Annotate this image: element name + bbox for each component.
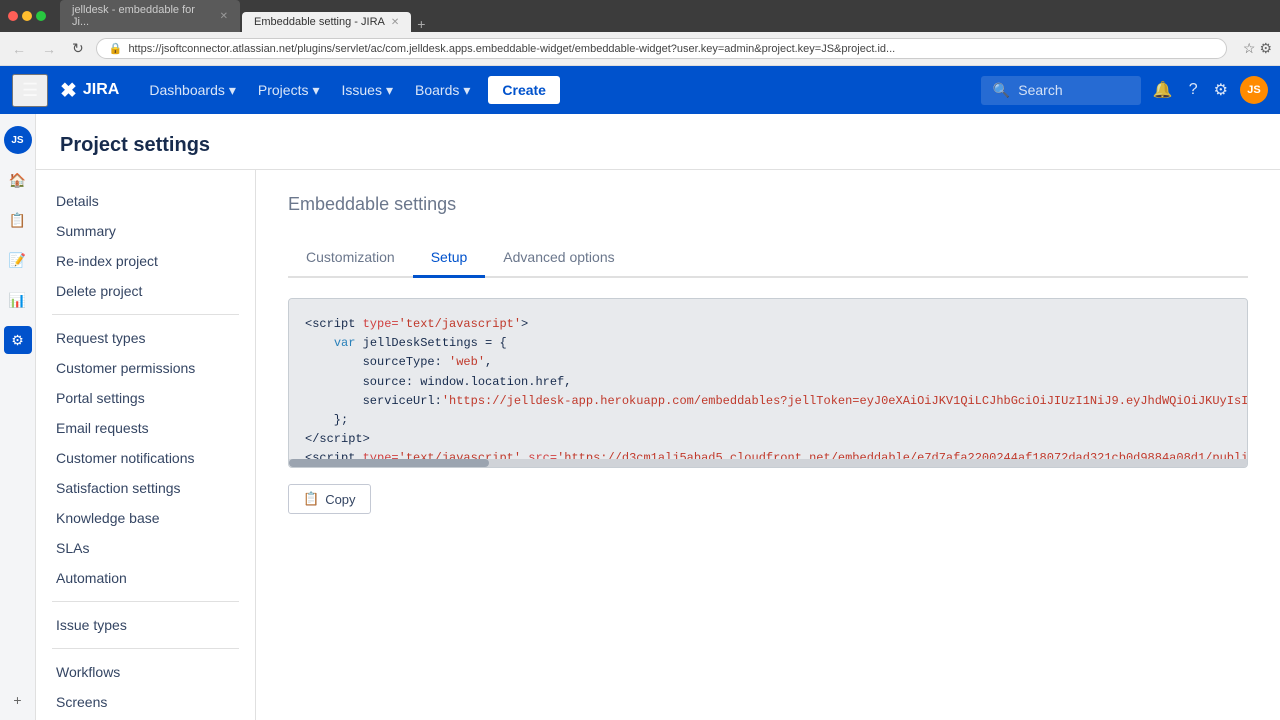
sidenav-customer-notifications[interactable]: Customer notifications xyxy=(36,443,255,473)
sidenav-screens[interactable]: Screens xyxy=(36,687,255,717)
jira-logo-icon: ✖ xyxy=(60,78,77,103)
sidenav-details[interactable]: Details xyxy=(36,186,255,216)
maximize-window-btn[interactable] xyxy=(36,11,46,21)
search-icon: 🔍 xyxy=(993,82,1010,99)
tab-customization[interactable]: Customization xyxy=(288,239,413,278)
sidenav-request-types[interactable]: Request types xyxy=(36,323,255,353)
nav-issues-label: Issues xyxy=(342,82,382,98)
address-bar-row: ← → ↻ 🔒 https://jsoftconnector.atlassian… xyxy=(0,32,1280,66)
top-navigation: ☰ ✖ JIRA Dashboards ▾ Projects ▾ Issues … xyxy=(0,66,1280,114)
secure-icon: 🔒 xyxy=(109,42,123,55)
sidenav-reindex[interactable]: Re-index project xyxy=(36,246,255,276)
nav-projects-arrow: ▾ xyxy=(312,82,319,99)
tab-advanced-options[interactable]: Advanced options xyxy=(485,239,632,278)
nav-projects[interactable]: Projects ▾ xyxy=(248,78,330,103)
code-block[interactable]: <script type='text/javascript'> var jell… xyxy=(289,299,1247,459)
tab-2-label: Embeddable setting - JIRA xyxy=(254,16,385,28)
sidenav-knowledge-base[interactable]: Knowledge base xyxy=(36,503,255,533)
browser-back-btn[interactable]: ← xyxy=(8,39,30,59)
sidenav-summary[interactable]: Summary xyxy=(36,216,255,246)
window-controls xyxy=(8,11,46,21)
help-btn[interactable]: ? xyxy=(1185,77,1202,103)
browser-reload-btn[interactable]: ↻ xyxy=(68,38,88,59)
sidenav-delete[interactable]: Delete project xyxy=(36,276,255,306)
sidenav-issue-types[interactable]: Issue types xyxy=(36,610,255,640)
nav-issues-arrow: ▾ xyxy=(386,82,393,99)
new-tab-btn[interactable]: + xyxy=(417,16,425,32)
address-text: https://jsoftconnector.atlassian.net/plu… xyxy=(128,43,895,55)
left-icon-bar: JS 🏠 📋 📝 📊 ⚙ + xyxy=(0,114,36,720)
sidenav-divider-2 xyxy=(52,601,239,602)
tabs-bar: Customization Setup Advanced options xyxy=(288,239,1248,278)
address-actions: ☆ ⚙ xyxy=(1243,40,1272,57)
jira-logo-text: JIRA xyxy=(83,81,119,99)
jira-logo[interactable]: ✖ JIRA xyxy=(52,74,127,107)
copy-icon: 📋 xyxy=(303,491,319,507)
nav-dashboards-label: Dashboards xyxy=(149,82,225,98)
minimize-window-btn[interactable] xyxy=(22,11,32,21)
icon-bar-settings[interactable]: ⚙ xyxy=(4,326,32,354)
main-layout: JS 🏠 📋 📝 📊 ⚙ + Project settings Details … xyxy=(0,114,1280,720)
code-scrollbar[interactable] xyxy=(289,459,1247,467)
icon-bar-more[interactable]: + xyxy=(4,692,32,720)
nav-right: 🔍 Search 🔔 ? ⚙ JS xyxy=(981,76,1268,105)
sidenav-slas[interactable]: SLAs xyxy=(36,533,255,563)
nav-boards-arrow: ▾ xyxy=(463,82,470,99)
browser-chrome: jelldesk - embeddable for Ji... ✕ Embedd… xyxy=(0,0,1280,32)
bookmark-btn[interactable]: ☆ xyxy=(1243,40,1256,57)
nav-issues[interactable]: Issues ▾ xyxy=(332,78,404,103)
nav-boards-label: Boards xyxy=(415,82,459,98)
content-wrapper: Project settings Details Summary Re-inde… xyxy=(36,114,1280,720)
icon-bar-home[interactable]: 🏠 xyxy=(4,166,32,194)
search-bar[interactable]: 🔍 Search xyxy=(981,76,1141,105)
sidenav-divider-3 xyxy=(52,648,239,649)
sidenav-satisfaction[interactable]: Satisfaction settings xyxy=(36,473,255,503)
icon-bar-reports[interactable]: 📊 xyxy=(4,286,32,314)
sidenav-automation[interactable]: Automation xyxy=(36,563,255,593)
icon-bar-backlog[interactable]: 📝 xyxy=(4,246,32,274)
body-with-nav: Details Summary Re-index project Delete … xyxy=(36,170,1280,720)
notifications-btn[interactable]: 🔔 xyxy=(1149,76,1177,104)
search-placeholder: Search xyxy=(1018,82,1062,98)
copy-button[interactable]: 📋 Copy xyxy=(288,484,371,514)
page-header: Project settings xyxy=(36,114,1280,170)
avatar-initials: JS xyxy=(1247,84,1260,96)
sidenav-portal-settings[interactable]: Portal settings xyxy=(36,383,255,413)
copy-label: Copy xyxy=(325,492,355,507)
code-scrollbar-thumb[interactable] xyxy=(289,459,489,467)
sidenav-customer-permissions[interactable]: Customer permissions xyxy=(36,353,255,383)
nav-projects-label: Projects xyxy=(258,82,309,98)
extensions-btn[interactable]: ⚙ xyxy=(1259,40,1272,57)
side-nav: Details Summary Re-index project Delete … xyxy=(36,170,256,720)
settings-btn[interactable]: ⚙ xyxy=(1210,76,1232,104)
project-avatar[interactable]: JS xyxy=(4,126,32,154)
browser-tab-2[interactable]: Embeddable setting - JIRA ✕ xyxy=(242,12,411,32)
page-title: Project settings xyxy=(60,134,1256,157)
close-window-btn[interactable] xyxy=(8,11,18,21)
main-content: Embeddable settings Customization Setup … xyxy=(256,170,1280,720)
address-bar[interactable]: 🔒 https://jsoftconnector.atlassian.net/p… xyxy=(96,38,1227,59)
hamburger-menu-btn[interactable]: ☰ xyxy=(12,74,48,107)
sidenav-divider-1 xyxy=(52,314,239,315)
sidenav-email-requests[interactable]: Email requests xyxy=(36,413,255,443)
tab-setup[interactable]: Setup xyxy=(413,239,486,278)
sidenav-workflows[interactable]: Workflows xyxy=(36,657,255,687)
browser-forward-btn[interactable]: → xyxy=(38,39,60,59)
browser-tabs: jelldesk - embeddable for Ji... ✕ Embedd… xyxy=(60,0,1272,32)
nav-dashboards[interactable]: Dashboards ▾ xyxy=(139,78,246,103)
tab-1-close[interactable]: ✕ xyxy=(220,11,228,22)
code-container: <script type='text/javascript'> var jell… xyxy=(288,298,1248,468)
user-avatar[interactable]: JS xyxy=(1240,76,1268,104)
tab-1-label: jelldesk - embeddable for Ji... xyxy=(72,4,214,28)
section-title: Embeddable settings xyxy=(288,194,1248,215)
nav-menu: Dashboards ▾ Projects ▾ Issues ▾ Boards … xyxy=(139,78,480,103)
nav-dashboards-arrow: ▾ xyxy=(229,82,236,99)
create-btn[interactable]: Create xyxy=(488,76,560,104)
browser-tab-1[interactable]: jelldesk - embeddable for Ji... ✕ xyxy=(60,0,240,32)
nav-boards[interactable]: Boards ▾ xyxy=(405,78,480,103)
icon-bar-board[interactable]: 📋 xyxy=(4,206,32,234)
tab-2-close[interactable]: ✕ xyxy=(391,17,399,28)
